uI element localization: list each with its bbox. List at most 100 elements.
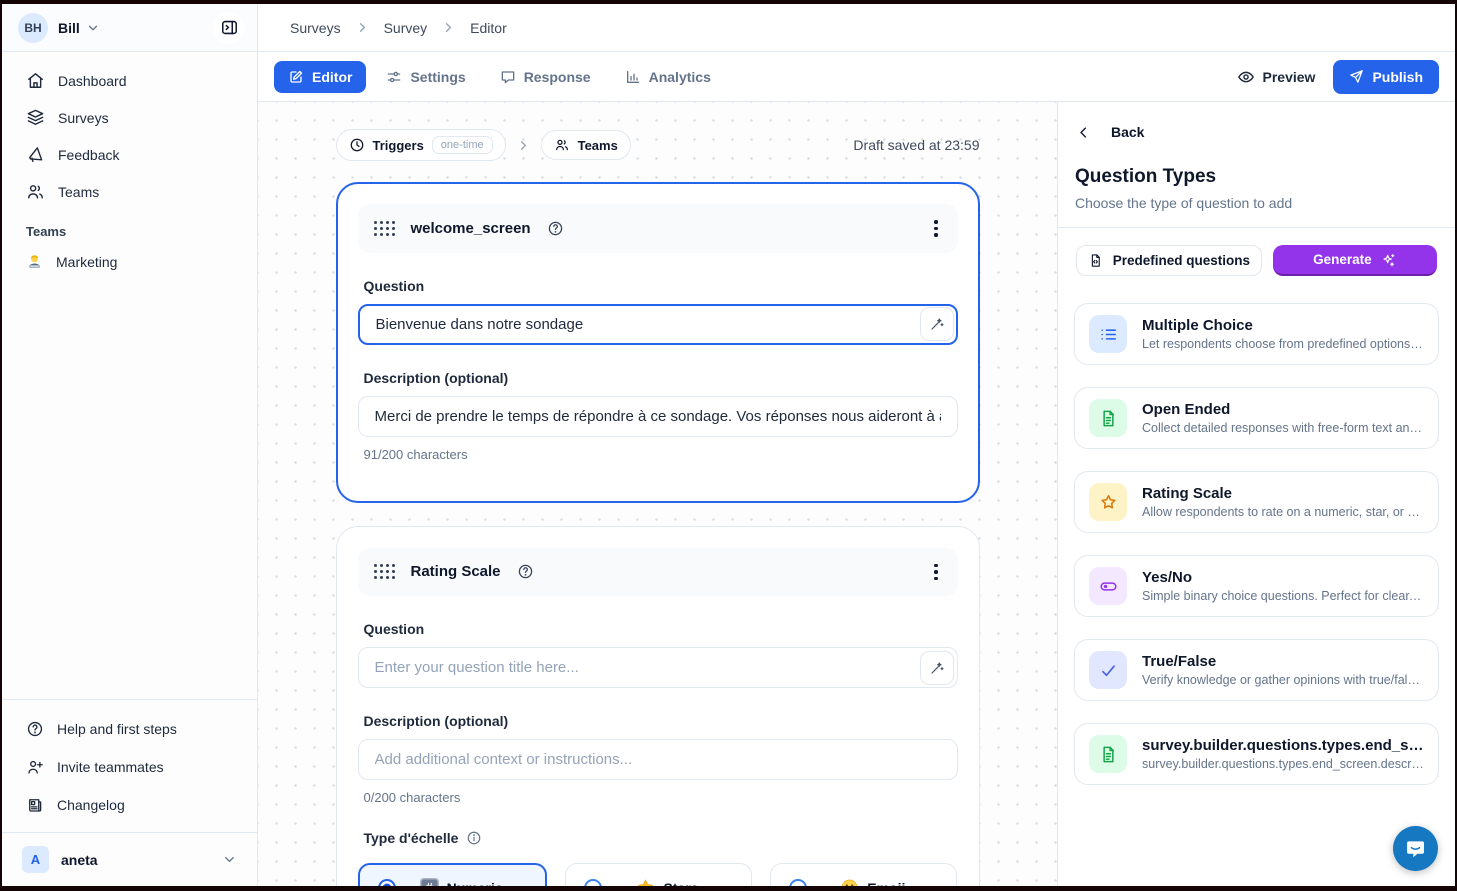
scale-option-label: Emoji xyxy=(867,880,905,887)
magic-wand-button[interactable] xyxy=(920,651,954,685)
workspace-name: Bill xyxy=(58,20,80,36)
tab-label: Editor xyxy=(312,69,352,85)
sidebar-item-team-marketing[interactable]: Marketing xyxy=(2,245,257,278)
question-type-yes-no[interactable]: Yes/No Simple binary choice questions. P… xyxy=(1074,555,1439,617)
chevron-down-icon xyxy=(86,21,100,35)
question-type-end-screen[interactable]: survey.builder.questions.types.end_scr..… xyxy=(1074,723,1439,785)
sidebar-item-dashboard[interactable]: Dashboard xyxy=(2,62,257,99)
type-title: Open Ended xyxy=(1142,401,1424,418)
question-type-multiple-choice[interactable]: Multiple Choice Let respondents choose f… xyxy=(1074,303,1439,365)
send-icon xyxy=(1349,69,1364,84)
card-menu-button[interactable] xyxy=(930,216,942,241)
scale-option-numeric[interactable]: # Numeric xyxy=(358,863,547,886)
workspace-switcher[interactable]: BH Bill xyxy=(2,4,258,51)
question-type-open-ended[interactable]: Open Ended Collect detailed responses wi… xyxy=(1074,387,1439,449)
scale-type-label: Type d'échelle xyxy=(364,830,958,846)
breadcrumb-editor[interactable]: Editor xyxy=(470,20,507,36)
breadcrumb-surveys[interactable]: Surveys xyxy=(290,20,341,36)
user-plus-icon xyxy=(26,758,44,776)
chat-bubble-icon xyxy=(1404,837,1427,860)
radio-icon[interactable] xyxy=(584,879,602,887)
description-label: Description (optional) xyxy=(364,370,958,386)
type-description: Let respondents choose from predefined o… xyxy=(1142,337,1424,351)
info-icon[interactable] xyxy=(466,830,482,846)
description-input[interactable] xyxy=(358,396,958,437)
survey-canvas: Triggers one-time Teams Draft saved at 2… xyxy=(258,102,1057,886)
scale-option-label: Numeric xyxy=(447,880,503,887)
scale-option-stars[interactable]: Stars xyxy=(565,863,752,886)
divider xyxy=(1058,227,1455,228)
question-card-welcome-screen[interactable]: welcome_screen Question xyxy=(336,182,980,503)
preview-label: Preview xyxy=(1263,69,1316,85)
sidebar-item-help[interactable]: Help and first steps xyxy=(2,710,257,748)
sidebar-item-feedback[interactable]: Feedback xyxy=(2,136,257,173)
wand-icon xyxy=(929,316,945,332)
message-icon xyxy=(500,69,516,85)
chevron-right-icon xyxy=(516,138,531,153)
help-circle-icon[interactable] xyxy=(517,563,534,580)
pencil-square-icon xyxy=(288,69,304,85)
generate-button[interactable]: Generate xyxy=(1273,245,1437,276)
type-description: Simple binary choice questions. Perfect … xyxy=(1142,589,1424,603)
app-root: BH Bill Surveys Survey Editor Dashboard xyxy=(2,4,1455,886)
window-frame: BH Bill Surveys Survey Editor Dashboard xyxy=(0,0,1457,891)
sidebar-item-teams[interactable]: Teams xyxy=(2,173,257,210)
back-button[interactable]: Back xyxy=(1074,124,1439,140)
editor-toolbar: Editor Settings Response Analytics xyxy=(258,52,1455,102)
type-title: Yes/No xyxy=(1142,569,1424,586)
drag-handle-icon[interactable] xyxy=(374,221,395,236)
bar-chart-icon xyxy=(625,69,641,85)
teams-chip[interactable]: Teams xyxy=(541,130,631,160)
card-menu-button[interactable] xyxy=(930,560,942,585)
question-card-rating-scale[interactable]: Rating Scale Question xyxy=(336,526,980,887)
draft-status: Draft saved at 23:59 xyxy=(853,137,979,153)
help-circle-icon xyxy=(26,720,44,738)
sidebar-collapse-button[interactable] xyxy=(213,12,245,44)
triggers-chip[interactable]: Triggers one-time xyxy=(336,129,506,161)
char-count: 0/200 characters xyxy=(364,790,958,805)
top-bar: BH Bill Surveys Survey Editor xyxy=(2,4,1455,52)
preview-button[interactable]: Preview xyxy=(1237,68,1316,86)
description-input[interactable] xyxy=(358,739,958,780)
star-emoji-icon xyxy=(636,878,655,886)
eye-icon xyxy=(1237,68,1255,86)
type-title: survey.builder.questions.types.end_scr..… xyxy=(1142,737,1424,754)
magic-wand-button[interactable] xyxy=(920,307,954,341)
sidebar-item-changelog[interactable]: Changelog xyxy=(2,786,257,824)
publish-button[interactable]: Publish xyxy=(1333,60,1439,94)
question-type-rating-scale[interactable]: Rating Scale Allow respondents to rate o… xyxy=(1074,471,1439,533)
sidebar-item-label: Surveys xyxy=(58,110,109,126)
megaphone-icon xyxy=(26,145,45,164)
question-type-true-false[interactable]: True/False Verify knowledge or gather op… xyxy=(1074,639,1439,701)
file-code-icon xyxy=(1088,253,1103,268)
type-description: Allow respondents to rate on a numeric, … xyxy=(1142,505,1424,519)
tab-settings[interactable]: Settings xyxy=(372,61,479,93)
star-icon xyxy=(1089,483,1127,521)
predefined-questions-button[interactable]: Predefined questions xyxy=(1076,245,1262,276)
drag-handle-icon[interactable] xyxy=(374,564,395,579)
help-circle-icon[interactable] xyxy=(547,220,564,237)
generate-label: Generate xyxy=(1313,252,1372,267)
sidebar-item-invite[interactable]: Invite teammates xyxy=(2,748,257,786)
breadcrumb-survey[interactable]: Survey xyxy=(384,20,428,36)
sidebar-footer: Help and first steps Invite teammates Ch… xyxy=(2,699,257,886)
list-icon xyxy=(1089,315,1127,353)
canvas-chips-row: Triggers one-time Teams Draft saved at 2… xyxy=(336,129,980,161)
sidebar-item-surveys[interactable]: Surveys xyxy=(2,99,257,136)
tab-editor[interactable]: Editor xyxy=(274,61,366,93)
user-menu[interactable]: A aneta xyxy=(2,832,257,886)
chevron-left-icon xyxy=(1076,125,1091,140)
question-input[interactable] xyxy=(358,304,958,345)
question-card-title: welcome_screen xyxy=(411,220,531,237)
tab-analytics[interactable]: Analytics xyxy=(611,61,725,93)
chevron-right-icon xyxy=(441,20,456,35)
radio-selected-icon[interactable] xyxy=(378,879,396,887)
chat-launcher-button[interactable] xyxy=(1393,826,1438,871)
breadcrumb: Surveys Survey Editor xyxy=(258,4,507,51)
question-input[interactable] xyxy=(358,647,958,688)
tab-response[interactable]: Response xyxy=(486,61,605,93)
radio-icon[interactable] xyxy=(789,879,807,887)
scale-option-emoji[interactable]: Emoji xyxy=(770,863,957,886)
question-card-header: Rating Scale xyxy=(358,548,958,597)
team-item-label: Marketing xyxy=(56,254,117,270)
